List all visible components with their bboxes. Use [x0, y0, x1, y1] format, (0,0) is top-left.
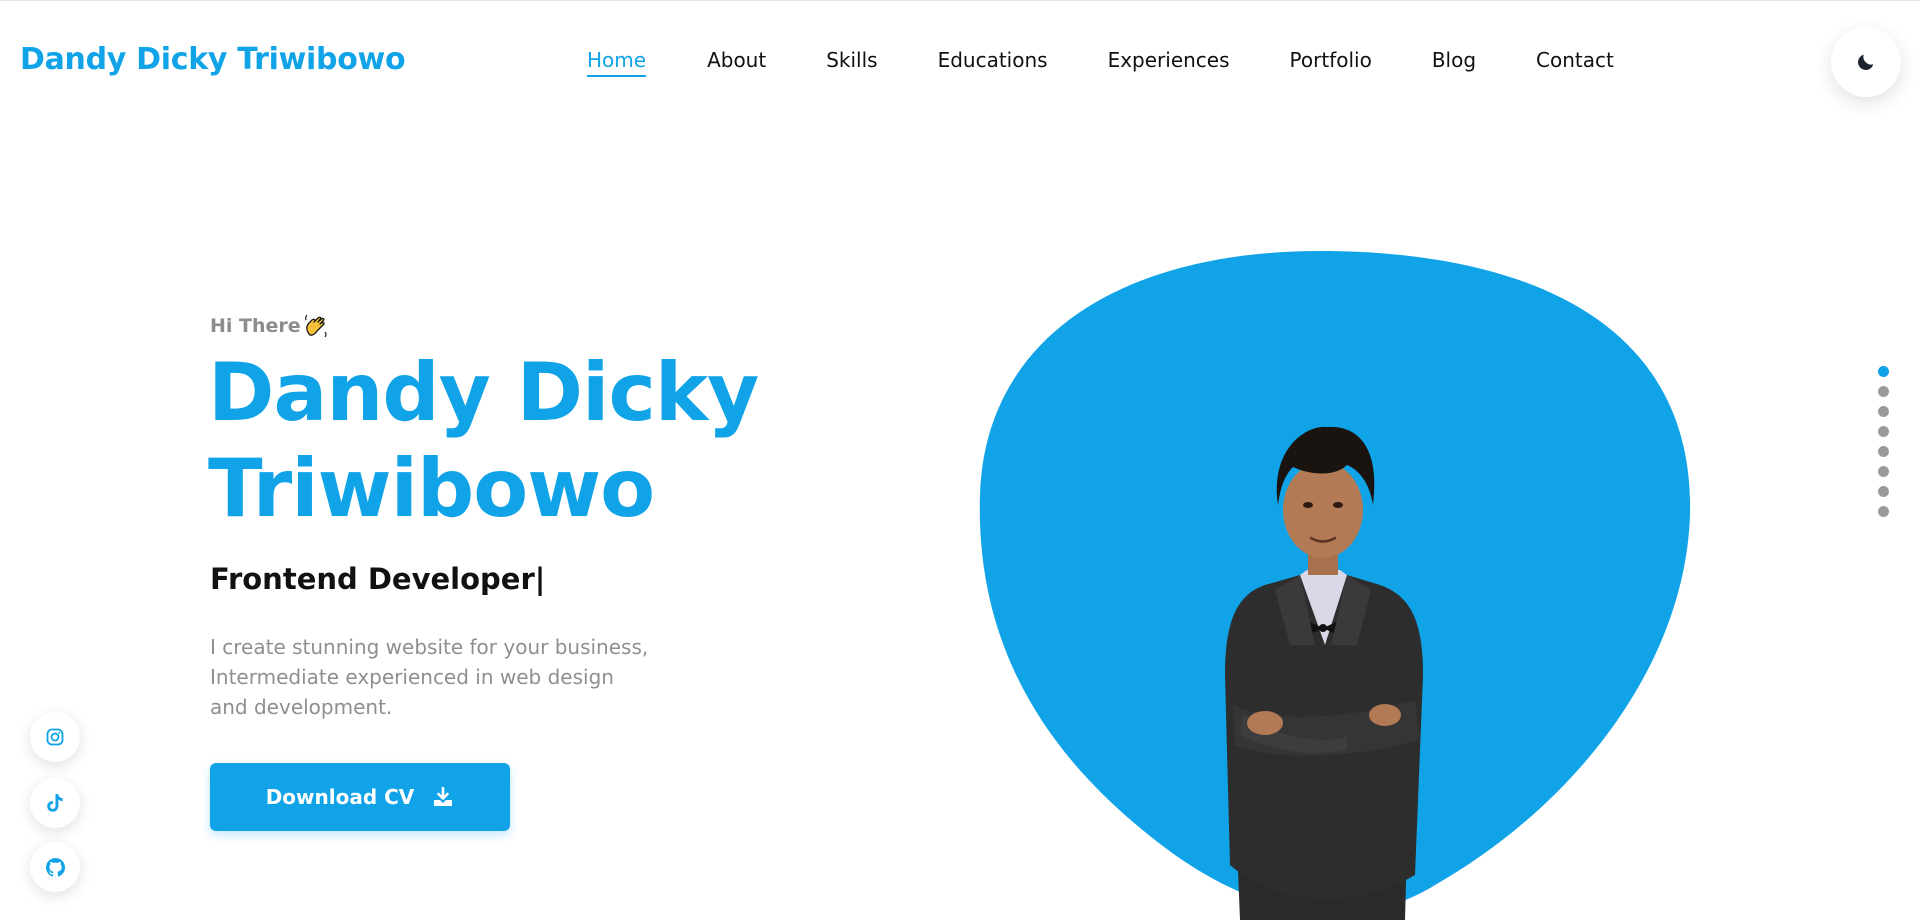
hero-name-line2: Triwibowo: [208, 442, 655, 535]
brand-logo[interactable]: Dandy Dicky Triwibowo: [20, 42, 406, 77]
main-nav: Home About Skills Educations Experiences…: [587, 47, 1614, 77]
greeting: Hi There: [210, 313, 329, 339]
moon-icon: [1858, 54, 1874, 70]
nav-skills[interactable]: Skills: [826, 47, 877, 77]
nav-home[interactable]: Home: [587, 47, 647, 77]
hero-name: Dandy Dicky Triwibowo: [208, 345, 768, 537]
greeting-text: Hi There: [210, 315, 301, 337]
tiktok-icon: [47, 794, 63, 812]
section-dot-3[interactable]: [1878, 406, 1889, 417]
nav-about[interactable]: About: [707, 47, 766, 77]
top-border: [0, 0, 1920, 1]
nav-blog[interactable]: Blog: [1432, 47, 1476, 77]
description-line3: and development.: [210, 695, 393, 719]
hero-description: I create stunning website for your busin…: [210, 632, 670, 722]
download-cv-label: Download CV: [265, 785, 415, 809]
section-dot-4[interactable]: [1878, 426, 1889, 437]
section-dots: [1878, 366, 1889, 517]
nav-experiences[interactable]: Experiences: [1108, 47, 1230, 77]
section-dot-2[interactable]: [1878, 386, 1889, 397]
download-cv-button[interactable]: Download CV: [210, 763, 510, 831]
nav-portfolio[interactable]: Portfolio: [1290, 47, 1372, 77]
hero-name-line1: Dandy Dicky: [208, 346, 759, 439]
instagram-icon: [46, 728, 64, 746]
role-text: Frontend Developer|: [210, 562, 546, 596]
section-dot-6[interactable]: [1878, 466, 1889, 477]
section-dot-7[interactable]: [1878, 486, 1889, 497]
description-line2: Intermediate experienced in web design: [210, 665, 614, 689]
section-dot-5[interactable]: [1878, 446, 1889, 457]
nav-contact[interactable]: Contact: [1536, 47, 1614, 77]
hero-visual: [979, 251, 1691, 920]
download-icon: [434, 786, 453, 806]
nav-educations[interactable]: Educations: [938, 47, 1048, 77]
section-dot-8[interactable]: [1878, 506, 1889, 517]
description-line1: I create stunning website for your busin…: [210, 635, 649, 659]
instagram-button[interactable]: [30, 712, 80, 762]
waving-hand-icon: [304, 314, 327, 338]
theme-toggle-button[interactable]: [1831, 27, 1901, 97]
section-dot-1[interactable]: [1878, 366, 1889, 377]
tiktok-button[interactable]: [30, 778, 80, 828]
github-icon: [45, 857, 65, 877]
github-button[interactable]: [30, 842, 80, 892]
